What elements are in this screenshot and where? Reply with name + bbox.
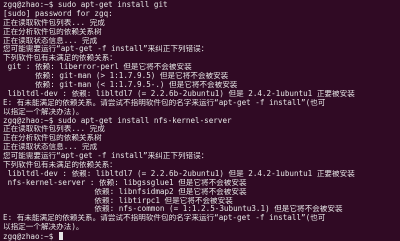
- terminal-line: 正在读取软件包列表... 完成: [3, 125, 105, 134]
- terminal-line: libltdl-dev : 依赖: libltdl7 (= 2.2.6b-2ub…: [3, 169, 355, 178]
- terminal-line: 依赖: git-man (< 1:1.7.9.5-.) 但是它将不会被安装: [3, 81, 238, 90]
- terminal-line: 您可能需要运行“apt-get -f install”来纠正下列错误：: [3, 152, 209, 161]
- terminal-line: 您可能需要运行“apt-get -f install”来纠正下列错误：: [3, 45, 209, 54]
- terminal-line: zgq@zhao:~$ sudo apt-get install git: [3, 1, 168, 9]
- terminal-prompt-line[interactable]: zgq@zhao:~$: [3, 232, 400, 241]
- terminal-line: 正在读取状态信息... 完成: [3, 36, 98, 45]
- terminal-window[interactable]: zgq@zhao:~$ sudo apt-get install git [su…: [0, 0, 400, 241]
- terminal-line: 正在分析软件包的依赖关系树: [3, 134, 102, 143]
- terminal-line: 下列软件包有未满足的依赖关系：: [3, 161, 117, 170]
- text-cursor: [58, 232, 63, 241]
- terminal-line: 正在分析软件包的依赖关系树: [3, 27, 102, 36]
- terminal-line: 正在读取状态信息... 完成: [3, 143, 98, 152]
- terminal-line: git : 依赖: liberror-perl 但是它将不会被安装: [3, 63, 192, 72]
- terminal-line: 依赖: libtirpc1 但是它将不会被安装: [3, 196, 233, 205]
- terminal-line: 依赖: git-man (> 1:1.7.9.5) 但是它将不会被安装: [3, 72, 229, 81]
- terminal-line: nfs-kernel-server : 依赖: libgssglue1 但是它将…: [3, 178, 247, 187]
- terminal-line: 以指定一个解决办法)。: [3, 223, 84, 232]
- terminal-line: 以指定一个解决办法)。: [3, 107, 84, 116]
- terminal-line: zgq@zhao:~$ sudo apt-get install nfs-ker…: [3, 116, 232, 125]
- shell-prompt: zgq@zhao:~$: [3, 232, 58, 241]
- terminal-line: libltdl-dev : 依赖: libltdl7 (= 2.2.6b-2ub…: [3, 89, 355, 98]
- terminal-line: 依赖: nfs-common (= 1:1.2.5-3ubuntu3.1) 但是…: [3, 205, 343, 214]
- terminal-line: 依赖: libnfsidmap2 但是它将不会被安装: [3, 187, 247, 196]
- terminal-line: E: 有未能满足的依赖关系。请尝试不指明软件包的名字来运行“apt-get -f…: [3, 214, 326, 223]
- terminal-line: E: 有未能满足的依赖关系。请尝试不指明软件包的名字来运行“apt-get -f…: [3, 98, 326, 107]
- terminal-line: 下列软件包有未满足的依赖关系：: [3, 54, 117, 63]
- terminal-line: [sudo] password for zgq:: [3, 9, 113, 18]
- terminal-line: 正在读取软件包列表... 完成: [3, 18, 105, 27]
